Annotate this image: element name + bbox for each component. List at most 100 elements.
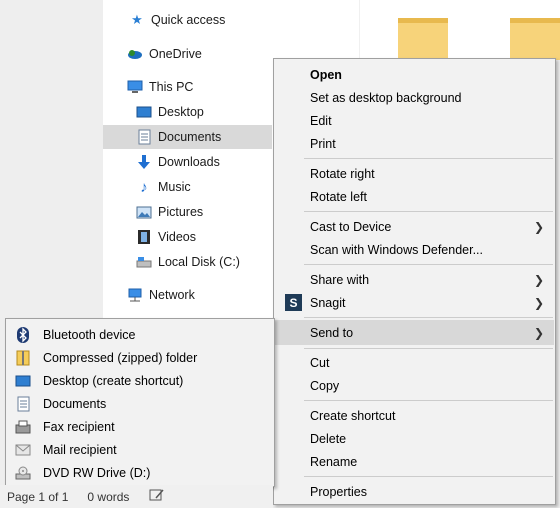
menu-label: Properties [310, 484, 367, 499]
menu-label: Rotate right [310, 166, 375, 181]
send-to-compressed-folder[interactable]: Compressed (zipped) folder [14, 346, 197, 369]
menu-label: Copy [310, 378, 340, 393]
menu-label: Create shortcut [310, 408, 396, 423]
download-icon [136, 154, 152, 170]
submenu-label: Desktop (create shortcut) [43, 373, 184, 388]
fax-icon [14, 418, 32, 436]
submenu-label: DVD RW Drive (D:) [43, 465, 151, 480]
submenu-label: Documents [43, 396, 107, 411]
menu-item-delete[interactable]: Delete [275, 427, 554, 450]
zip-folder-icon [14, 349, 32, 367]
send-to-submenu: Bluetooth device Compressed (zipped) fol… [5, 318, 275, 487]
menu-label: Open [310, 67, 342, 82]
nav-item-local-disk[interactable]: Local Disk (C:) [136, 250, 240, 274]
menu-separator [304, 400, 553, 401]
nav-item-quick-access[interactable]: ★ Quick access [129, 8, 225, 32]
menu-item-open[interactable]: Open [275, 63, 554, 86]
page-count: Page 1 of 1 [7, 489, 69, 504]
nav-label: Desktop [158, 105, 204, 119]
menu-item-send-to[interactable]: Send to ❯ [275, 320, 554, 345]
menu-separator [304, 348, 553, 349]
chevron-right-icon: ❯ [533, 326, 544, 340]
menu-separator [304, 317, 553, 318]
menu-item-set-desktop-background[interactable]: Set as desktop background [275, 86, 554, 109]
menu-item-rotate-left[interactable]: Rotate left [275, 185, 554, 208]
menu-label: Send to [310, 325, 354, 340]
menu-item-cut[interactable]: Cut [275, 351, 554, 374]
nav-item-music[interactable]: ♪ Music [136, 175, 191, 199]
nav-label: This PC [149, 80, 194, 94]
submenu-label: Mail recipient [43, 442, 117, 457]
menu-item-scan-defender[interactable]: Scan with Windows Defender... [275, 238, 554, 261]
menu-separator [304, 211, 553, 212]
nav-label: Music [158, 180, 191, 194]
menu-item-snagit[interactable]: S Snagit ❯ [275, 291, 554, 314]
submenu-label: Bluetooth device [43, 327, 136, 342]
menu-label: Edit [310, 113, 332, 128]
chevron-right-icon: ❯ [533, 273, 544, 287]
menu-separator [304, 264, 553, 265]
menu-label: Rename [310, 454, 358, 469]
menu-item-properties[interactable]: Properties [275, 480, 554, 503]
menu-item-cast-to-device[interactable]: Cast to Device ❯ [275, 215, 554, 238]
menu-item-copy[interactable]: Copy [275, 374, 554, 397]
menu-item-share-with[interactable]: Share with ❯ [275, 268, 554, 291]
menu-item-edit[interactable]: Edit [275, 109, 554, 132]
send-to-fax-recipient[interactable]: Fax recipient [14, 415, 115, 438]
nav-item-pictures[interactable]: Pictures [136, 200, 203, 224]
star-icon: ★ [131, 12, 143, 27]
context-menu: Open Set as desktop background Edit Prin… [273, 58, 556, 505]
menu-separator [304, 158, 553, 159]
menu-item-rotate-right[interactable]: Rotate right [275, 162, 554, 185]
disk-icon [136, 254, 152, 270]
nav-label: Videos [158, 230, 196, 244]
chevron-right-icon: ❯ [533, 220, 544, 234]
menu-label: Cut [310, 355, 330, 370]
menu-item-create-shortcut[interactable]: Create shortcut [275, 404, 554, 427]
nav-item-downloads[interactable]: Downloads [136, 150, 220, 174]
snagit-icon: S [285, 294, 302, 311]
menu-label: Scan with Windows Defender... [310, 242, 483, 257]
send-to-mail-recipient[interactable]: Mail recipient [14, 438, 117, 461]
pictures-icon [136, 204, 152, 220]
cloud-icon [127, 46, 143, 62]
folder-icon[interactable] [510, 18, 560, 60]
music-icon: ♪ [140, 178, 148, 196]
submenu-label: Compressed (zipped) folder [43, 350, 198, 365]
dvd-drive-icon [14, 464, 32, 482]
send-to-desktop-shortcut[interactable]: Desktop (create shortcut) [14, 369, 183, 392]
nav-label: Pictures [158, 205, 204, 219]
send-to-documents[interactable]: Documents [14, 392, 106, 415]
nav-item-videos[interactable]: Videos [136, 225, 196, 249]
folder-icon[interactable] [398, 18, 448, 60]
submenu-label: Fax recipient [43, 419, 115, 434]
send-to-bluetooth[interactable]: Bluetooth device [14, 323, 135, 346]
nav-label: Downloads [158, 155, 220, 169]
menu-separator [304, 476, 553, 477]
menu-item-rename[interactable]: Rename [275, 450, 554, 473]
menu-label: Cast to Device [310, 219, 392, 234]
nav-label: OneDrive [149, 47, 202, 61]
nav-item-onedrive[interactable]: OneDrive [127, 42, 202, 66]
bluetooth-icon [14, 326, 32, 344]
nav-label: Quick access [151, 13, 226, 27]
file-content-area [359, 0, 560, 60]
document-icon [136, 129, 152, 145]
desktop-icon [136, 104, 152, 120]
menu-label: Set as desktop background [310, 90, 462, 105]
network-icon [127, 287, 143, 303]
status-bar: Page 1 of 1 0 words [0, 485, 273, 508]
menu-label: Share with [310, 272, 370, 287]
nav-label: Local Disk (C:) [158, 255, 240, 269]
word-count: 0 words [87, 489, 130, 504]
nav-item-desktop[interactable]: Desktop [136, 100, 204, 124]
proofing-icon[interactable] [149, 488, 165, 505]
send-to-dvd-drive[interactable]: DVD RW Drive (D:) [14, 461, 150, 484]
nav-item-documents[interactable]: Documents [103, 125, 272, 149]
mail-icon [14, 441, 32, 459]
nav-item-this-pc[interactable]: This PC [127, 75, 193, 99]
document-icon [14, 395, 32, 413]
nav-item-network[interactable]: Network [127, 283, 195, 307]
menu-item-print[interactable]: Print [275, 132, 554, 155]
computer-icon [127, 79, 143, 95]
